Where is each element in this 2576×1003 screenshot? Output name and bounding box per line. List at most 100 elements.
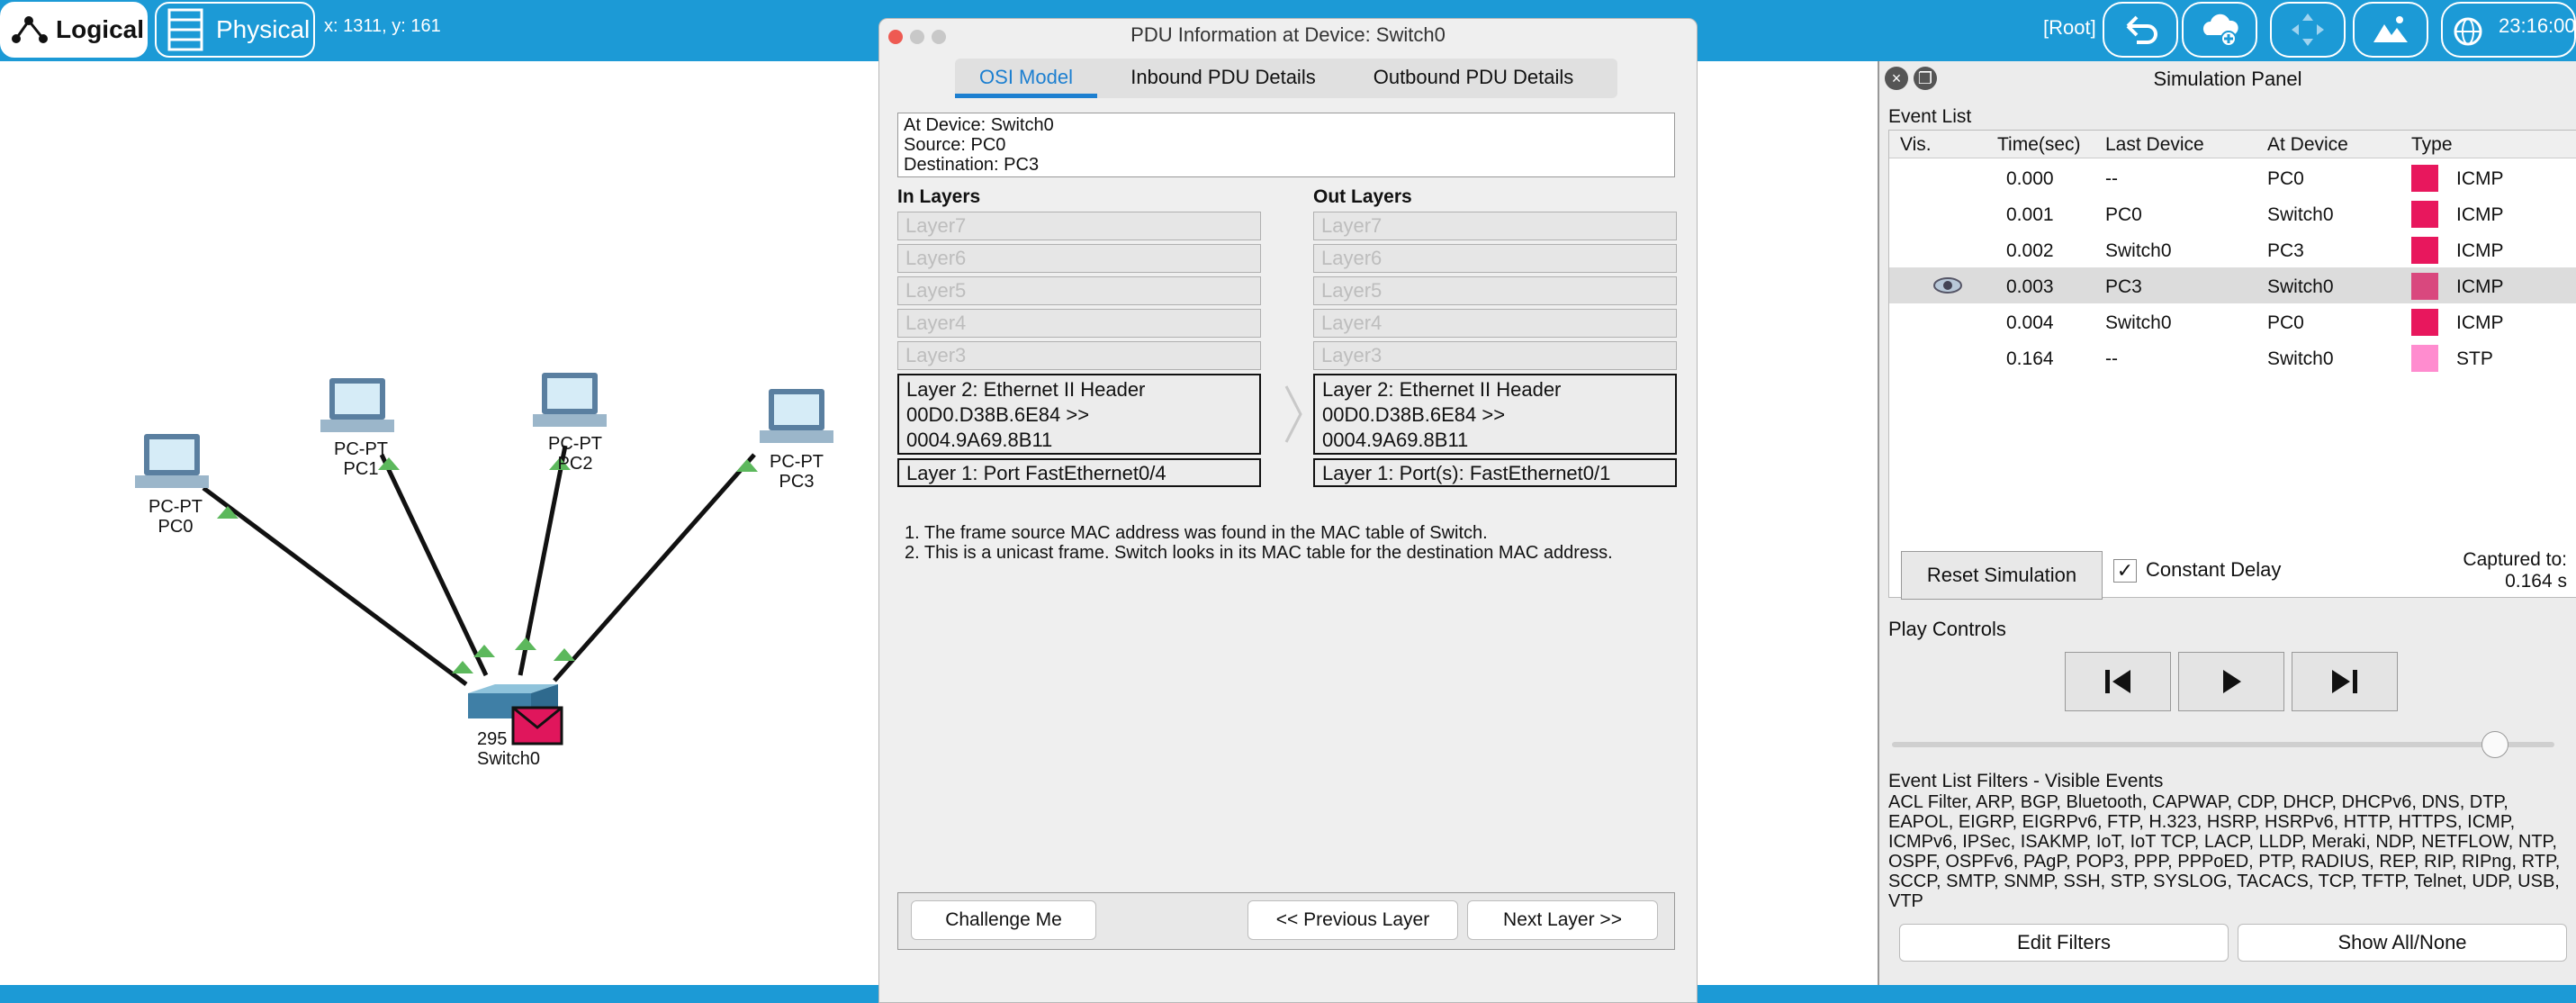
tab-osi-model[interactable]: OSI Model	[955, 59, 1097, 98]
event-type-color-swatch	[2411, 237, 2438, 264]
new-cluster-button[interactable]	[2182, 2, 2257, 58]
constant-delay-label: Constant Delay	[2146, 558, 2282, 581]
event-last-device: PC3	[2105, 276, 2142, 297]
next-layer-button[interactable]: Next Layer >>	[1467, 900, 1658, 940]
destination-text: Destination: PC3	[904, 155, 1040, 175]
event-type-color-swatch	[2411, 273, 2438, 300]
physical-rack-icon	[167, 8, 203, 51]
col-vis[interactable]: Vis.	[1900, 134, 1932, 156]
event-type-color-swatch	[2411, 165, 2438, 192]
col-type[interactable]: Type	[2411, 134, 2453, 156]
cloud-add-icon	[2202, 14, 2238, 47]
event-time: 0.002	[2006, 240, 2054, 261]
event-at-device: Switch0	[2267, 348, 2334, 369]
out-layer5[interactable]: Layer5	[1313, 276, 1677, 305]
pc1-name-label: PC1	[343, 459, 379, 479]
out-layer3[interactable]: Layer3	[1313, 341, 1677, 370]
window-zoom-icon[interactable]	[932, 30, 946, 44]
event-last-device: Switch0	[2105, 240, 2172, 261]
event-time: 0.004	[2006, 312, 2054, 333]
in-layer6[interactable]: Layer6	[897, 244, 1261, 273]
event-list-table[interactable]: Vis. Time(sec) Last Device At Device Typ…	[1888, 130, 2576, 598]
edit-filters-button[interactable]: Edit Filters	[1899, 924, 2229, 962]
window-minimize-icon[interactable]	[910, 30, 924, 44]
col-time[interactable]: Time(sec)	[1997, 134, 2081, 156]
event-type: ICMP	[2456, 168, 2504, 189]
event-filters-title: Event List Filters - Visible Events	[1888, 771, 2164, 791]
event-row[interactable]: 0.003 PC3 Switch0 ICMP	[1889, 267, 2576, 303]
out-layer1[interactable]: Layer 1: Port(s): FastEthernet0/1	[1313, 458, 1677, 487]
window-close-icon[interactable]	[888, 30, 903, 44]
event-row[interactable]: 0.164 -- Switch0 STP	[1889, 339, 2576, 375]
tab-inbound-pdu-details[interactable]: Inbound PDU Details	[1115, 59, 1331, 98]
pc1-device-icon[interactable]	[320, 378, 394, 432]
move-arrows-icon	[2292, 14, 2324, 46]
visible-eye-icon[interactable]	[1932, 276, 1963, 294]
in-layer4[interactable]: Layer4	[897, 309, 1261, 338]
link-pc1-switch	[379, 453, 489, 677]
play-speed-slider[interactable]	[1892, 742, 2554, 747]
pc3-device-icon[interactable]	[760, 389, 833, 443]
back-button[interactable]	[2103, 2, 2178, 58]
event-at-device: PC0	[2267, 312, 2304, 333]
set-background-button[interactable]	[2353, 2, 2428, 58]
pc2-name-label: PC2	[557, 454, 593, 474]
reset-simulation-button[interactable]: Reset Simulation	[1901, 551, 2103, 600]
description-line-1: 1. The frame source MAC address was foun…	[905, 523, 1488, 543]
pc2-type-label: PC-PT	[548, 434, 602, 454]
move-object-button[interactable]	[2270, 2, 2346, 58]
pc3-label: PC-PT PC3	[747, 452, 846, 492]
captured-value: 0.164 s	[2505, 571, 2567, 592]
clock: 23:16:00	[2499, 14, 2576, 37]
event-row[interactable]: 0.000 -- PC0 ICMP	[1889, 159, 2576, 195]
globe-icon	[2454, 17, 2482, 46]
previous-layer-button[interactable]: << Previous Layer	[1247, 900, 1458, 940]
event-at-device: Switch0	[2267, 276, 2334, 297]
show-all-none-button[interactable]: Show All/None	[2238, 924, 2567, 962]
event-row[interactable]: 0.001 PC0 Switch0 ICMP	[1889, 195, 2576, 231]
event-type-color-swatch	[2411, 309, 2438, 336]
in-layer5[interactable]: Layer5	[897, 276, 1261, 305]
root-breadcrumb[interactable]: [Root]	[2043, 16, 2096, 40]
pdu-device-info: At Device: Switch0 Source: PC0 Destinati…	[897, 113, 1675, 177]
play-icon	[2223, 670, 2241, 693]
pc2-device-icon[interactable]	[533, 373, 607, 427]
out-layer6[interactable]: Layer6	[1313, 244, 1677, 273]
tab-outbound-pdu-details[interactable]: Outbound PDU Details	[1340, 59, 1607, 98]
play-button[interactable]	[2178, 652, 2284, 711]
switch0-label: 295 Switch0	[463, 729, 562, 769]
in-layer2-src-mac: 00D0.D38B.6E84 >>	[906, 403, 1090, 426]
col-at-device[interactable]: At Device	[2267, 134, 2348, 156]
col-last-device[interactable]: Last Device	[2105, 134, 2204, 156]
in-layer2[interactable]: Layer 2: Ethernet II Header 00D0.D38B.6E…	[897, 374, 1261, 455]
event-row[interactable]: 0.004 Switch0 PC0 ICMP	[1889, 303, 2576, 339]
step-forward-button[interactable]	[2292, 652, 2398, 711]
out-layer2[interactable]: Layer 2: Ethernet II Header 00D0.D38B.6E…	[1313, 374, 1677, 455]
in-layer3[interactable]: Layer3	[897, 341, 1261, 370]
pc0-device-icon[interactable]	[135, 434, 209, 488]
out-layer4[interactable]: Layer4	[1313, 309, 1677, 338]
in-layer1[interactable]: Layer 1: Port FastEthernet0/4	[897, 458, 1261, 487]
event-type: ICMP	[2456, 204, 2504, 225]
play-speed-slider-thumb[interactable]	[2481, 731, 2508, 758]
link-pc0-switch	[202, 485, 468, 687]
out-layer7[interactable]: Layer7	[1313, 212, 1677, 240]
description-line-2: 2. This is a unicast frame. Switch looks…	[905, 543, 1613, 563]
in-layer7[interactable]: Layer7	[897, 212, 1261, 240]
challenge-me-button[interactable]: Challenge Me	[911, 900, 1096, 940]
captured-label: Captured to:	[2463, 549, 2567, 570]
physical-view-button[interactable]: Physical	[155, 2, 315, 58]
out-layers-heading: Out Layers	[1313, 186, 1412, 207]
pc2-label: PC-PT PC2	[526, 434, 625, 474]
event-row[interactable]: 0.002 Switch0 PC3 ICMP	[1889, 231, 2576, 267]
constant-delay-checkbox[interactable]: ✓	[2113, 559, 2137, 583]
step-back-button[interactable]	[2065, 652, 2171, 711]
event-time: 0.164	[2006, 348, 2054, 369]
link-light-sw-2	[515, 637, 536, 650]
logical-view-button[interactable]: Logical	[0, 2, 148, 58]
pc0-name-label: PC0	[158, 517, 194, 537]
pc1-label: PC-PT PC1	[311, 439, 410, 479]
event-at-device: PC0	[2267, 168, 2304, 189]
event-at-device: PC3	[2267, 240, 2304, 261]
physical-label: Physical	[216, 15, 311, 43]
